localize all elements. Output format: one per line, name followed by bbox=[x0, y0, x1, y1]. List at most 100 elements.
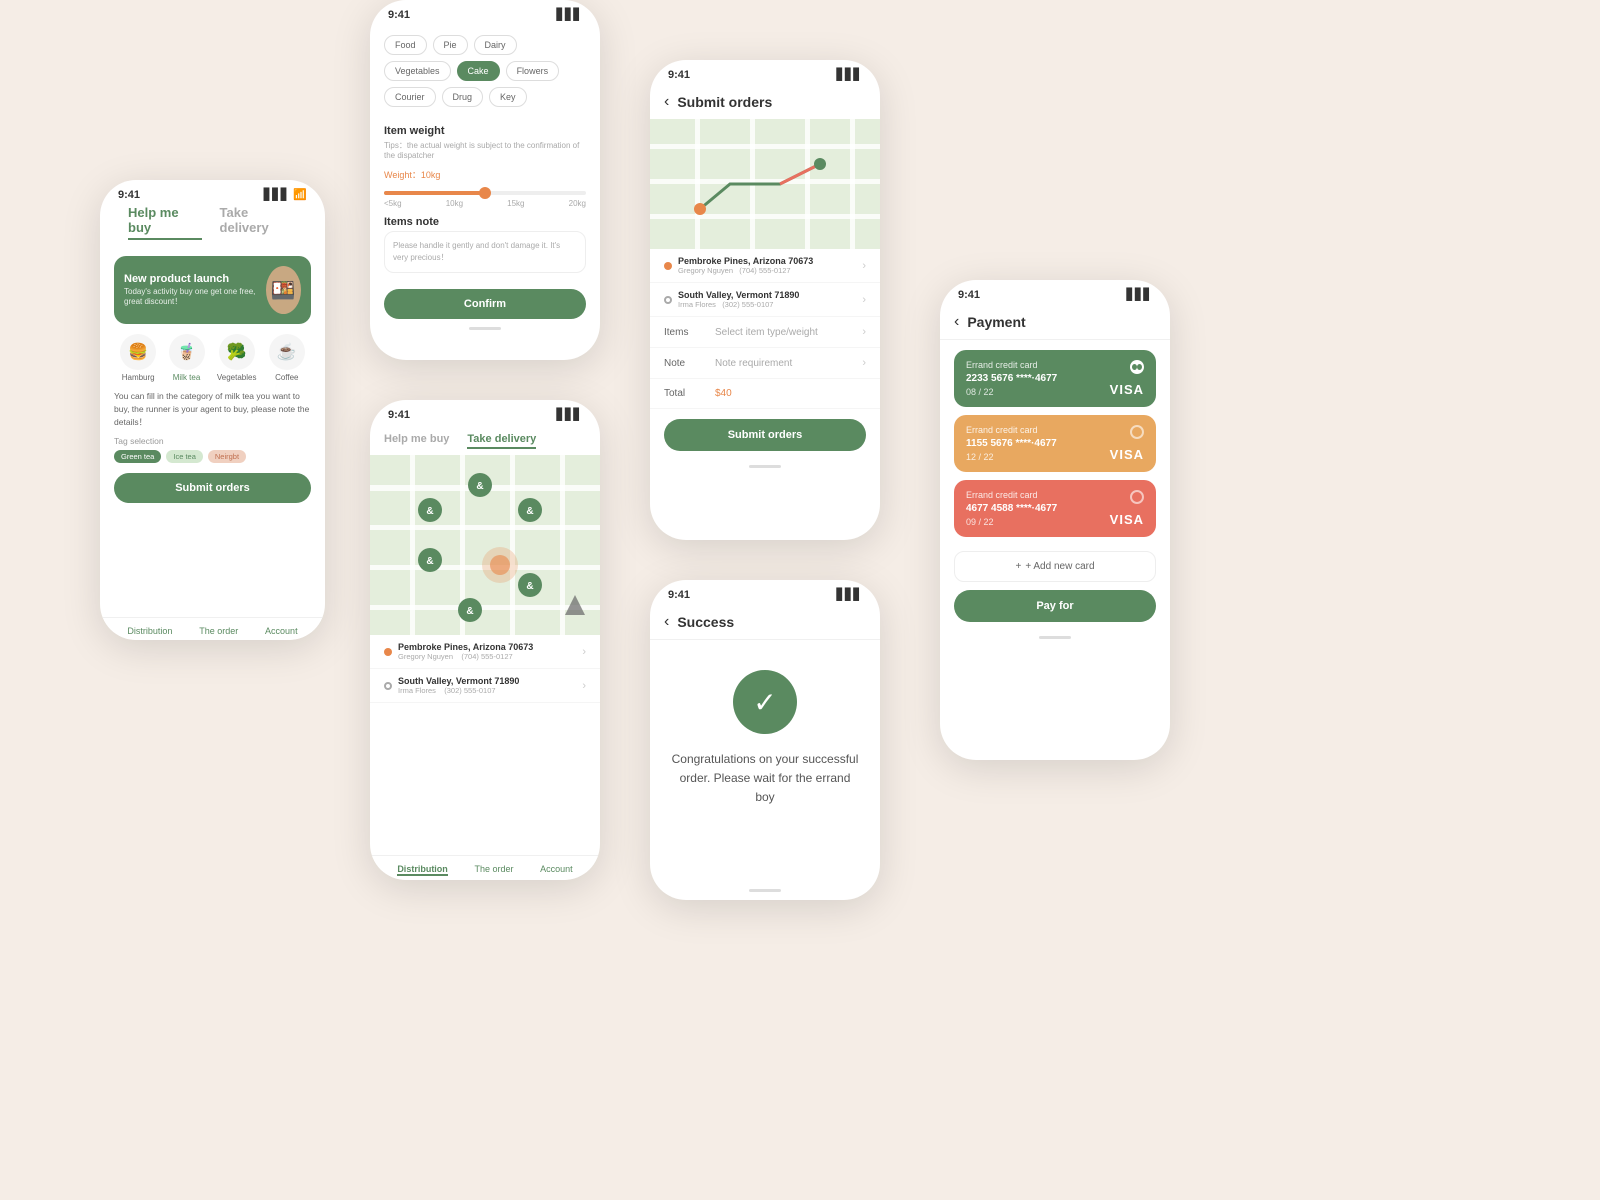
svg-text:&: & bbox=[526, 581, 533, 592]
home-indicator-2 bbox=[370, 327, 600, 336]
p1-tags: Green tea Ice tea Neirgbt bbox=[114, 450, 311, 463]
card-radio-green[interactable] bbox=[1130, 360, 1144, 374]
phone-success: 9:41 ▋▋▋ ‹ Success ✓ Congratulations on … bbox=[650, 580, 880, 900]
p3-map: & & & & & & bbox=[370, 455, 600, 635]
card-radio-orange[interactable] bbox=[1130, 425, 1144, 439]
tab-take-delivery[interactable]: Take delivery bbox=[220, 205, 297, 240]
card-green[interactable]: Errand credit card 2233 5676 ****·4677 0… bbox=[954, 350, 1156, 407]
p4-location-2[interactable]: South Valley, Vermont 71890 Irma Flores … bbox=[650, 283, 880, 317]
status-bar-3: 9:41 ▋▋▋ bbox=[370, 400, 600, 425]
p3-nav-order[interactable]: The order bbox=[474, 864, 513, 876]
loc2-info: South Valley, Vermont 71890 Irma Flores … bbox=[398, 676, 519, 695]
tag-ice-tea[interactable]: Ice tea bbox=[166, 450, 203, 463]
nav-account[interactable]: Account bbox=[265, 626, 298, 636]
card-red[interactable]: Errand credit card 4677 4588 ****·4677 0… bbox=[954, 480, 1156, 537]
wifi-icon: 📶 bbox=[293, 188, 307, 201]
banner-sub: Today's activity buy one get one free, g… bbox=[124, 287, 266, 308]
nav-distribution[interactable]: Distribution bbox=[127, 626, 172, 636]
status-bar-6: 9:41 ▋▋▋ bbox=[940, 280, 1170, 305]
card-orange[interactable]: Errand credit card 1155 5676 ****·4677 1… bbox=[954, 415, 1156, 472]
signal-icon-3: ▋▋▋ bbox=[557, 408, 582, 421]
cat-pie[interactable]: Pie bbox=[433, 35, 468, 55]
loc1-dot bbox=[384, 648, 392, 656]
p4-loc2-dot bbox=[664, 296, 672, 304]
card-radio-red[interactable] bbox=[1130, 490, 1144, 504]
loc1-name: Pembroke Pines, Arizona 70673 bbox=[398, 642, 533, 652]
tag-green-tea[interactable]: Green tea bbox=[114, 450, 161, 463]
add-new-card-btn[interactable]: + + Add new card bbox=[954, 551, 1156, 582]
p5-content: ✓ Congratulations on your successful ord… bbox=[650, 640, 880, 828]
p1-bottom-nav: Distribution The order Account bbox=[100, 617, 325, 640]
success-check-icon: ✓ bbox=[733, 670, 797, 734]
p6-title: Payment bbox=[967, 314, 1025, 330]
p4-back-btn[interactable]: ‹ bbox=[664, 93, 669, 111]
p3-location-2[interactable]: South Valley, Vermont 71890 Irma Flores … bbox=[370, 669, 600, 703]
nav-the-order[interactable]: The order bbox=[199, 626, 238, 636]
note-value: Note requirement bbox=[715, 358, 792, 369]
p1-submit-btn[interactable]: Submit orders bbox=[114, 473, 311, 503]
tag-selection-label: Tag selection bbox=[100, 436, 325, 450]
hamburg-icon: 🍔 bbox=[120, 334, 156, 370]
loc2-contact: Irma Flores (302) 555-0107 bbox=[398, 686, 519, 695]
p2-weight-section: Item weight Tips：the actual weight is su… bbox=[370, 117, 600, 191]
signal-icon-5: ▋▋▋ bbox=[837, 588, 862, 601]
p3-nav-account[interactable]: Account bbox=[540, 864, 573, 876]
p1-header: Help me buy Take delivery bbox=[100, 205, 325, 256]
vegetables-label: Vegetables bbox=[217, 373, 257, 382]
confirm-button[interactable]: Confirm bbox=[384, 289, 586, 319]
total-value: $40 bbox=[715, 388, 732, 399]
icon-vegetables[interactable]: 🥦 Vegetables bbox=[217, 334, 257, 382]
p4-items-row[interactable]: Items Select item type/weight › bbox=[650, 317, 880, 348]
loc2-name: South Valley, Vermont 71890 bbox=[398, 676, 519, 686]
p4-loc1-arrow: › bbox=[862, 260, 866, 272]
signal-icon-6: ▋▋▋ bbox=[1127, 288, 1152, 301]
congrats-text: Congratulations on your successful order… bbox=[670, 750, 860, 808]
status-icons-4: ▋▋▋ bbox=[837, 68, 862, 81]
p3-tab-delivery[interactable]: Take delivery bbox=[467, 433, 536, 449]
cat-food[interactable]: Food bbox=[384, 35, 427, 55]
p3-nav-distribution[interactable]: Distribution bbox=[397, 864, 448, 876]
cat-vegetables[interactable]: Vegetables bbox=[384, 61, 451, 81]
svg-text:&: & bbox=[426, 506, 433, 517]
p4-loc1-contact: Gregory Nguyen (704) 555-0127 bbox=[678, 266, 813, 275]
svg-text:&: & bbox=[476, 481, 483, 492]
cat-courier[interactable]: Courier bbox=[384, 87, 436, 107]
p4-note-row[interactable]: Note Note requirement › bbox=[650, 348, 880, 379]
p4-submit-btn[interactable]: Submit orders bbox=[664, 419, 866, 451]
total-label: Total bbox=[664, 388, 709, 399]
phone-help-me-buy: 9:41 ▋▋▋ 📶 Help me buy Take delivery New… bbox=[100, 180, 325, 640]
items-arrow: › bbox=[862, 326, 866, 338]
p3-location-1[interactable]: Pembroke Pines, Arizona 70673 Gregory Ng… bbox=[370, 635, 600, 669]
p5-back-btn[interactable]: ‹ bbox=[664, 613, 669, 631]
note-box[interactable]: Please handle it gently and don't damage… bbox=[384, 231, 586, 273]
p5-title: Success bbox=[677, 614, 734, 630]
tab-help-me-buy[interactable]: Help me buy bbox=[128, 205, 202, 240]
vegetables-icon: 🥦 bbox=[219, 334, 255, 370]
time-2: 9:41 bbox=[388, 9, 410, 21]
status-icons-3: ▋▋▋ bbox=[557, 408, 582, 421]
hamburg-label: Hamburg bbox=[122, 373, 155, 382]
cat-key[interactable]: Key bbox=[489, 87, 527, 107]
p4-total-row: Total $40 bbox=[650, 379, 880, 409]
cat-flowers[interactable]: Flowers bbox=[506, 61, 560, 81]
weight-tip: Tips：the actual weight is subject to the… bbox=[384, 140, 586, 160]
p4-location-1[interactable]: Pembroke Pines, Arizona 70673 Gregory Ng… bbox=[650, 249, 880, 283]
cat-dairy[interactable]: Dairy bbox=[474, 35, 517, 55]
cat-drug[interactable]: Drug bbox=[442, 87, 484, 107]
weight-slider[interactable] bbox=[384, 191, 586, 195]
p3-bottom-nav: Distribution The order Account bbox=[370, 855, 600, 880]
icon-coffee[interactable]: ☕ Coffee bbox=[269, 334, 305, 382]
p3-tab-help[interactable]: Help me buy bbox=[384, 433, 449, 449]
time-6: 9:41 bbox=[958, 289, 980, 301]
p6-back-btn[interactable]: ‹ bbox=[954, 313, 959, 331]
slider-thumb[interactable] bbox=[479, 187, 491, 199]
icon-hamburg[interactable]: 🍔 Hamburg bbox=[120, 334, 156, 382]
pay-for-btn[interactable]: Pay for bbox=[954, 590, 1156, 622]
icon-milktea[interactable]: 🧋 Milk tea bbox=[169, 334, 205, 382]
status-icons-1: ▋▋▋ 📶 bbox=[264, 188, 307, 201]
tag-neirgbt[interactable]: Neirgbt bbox=[208, 450, 246, 463]
cat-cake[interactable]: Cake bbox=[457, 61, 500, 81]
p4-loc1-name: Pembroke Pines, Arizona 70673 bbox=[678, 256, 813, 266]
coffee-label: Coffee bbox=[275, 373, 298, 382]
p4-map-svg bbox=[650, 119, 880, 249]
